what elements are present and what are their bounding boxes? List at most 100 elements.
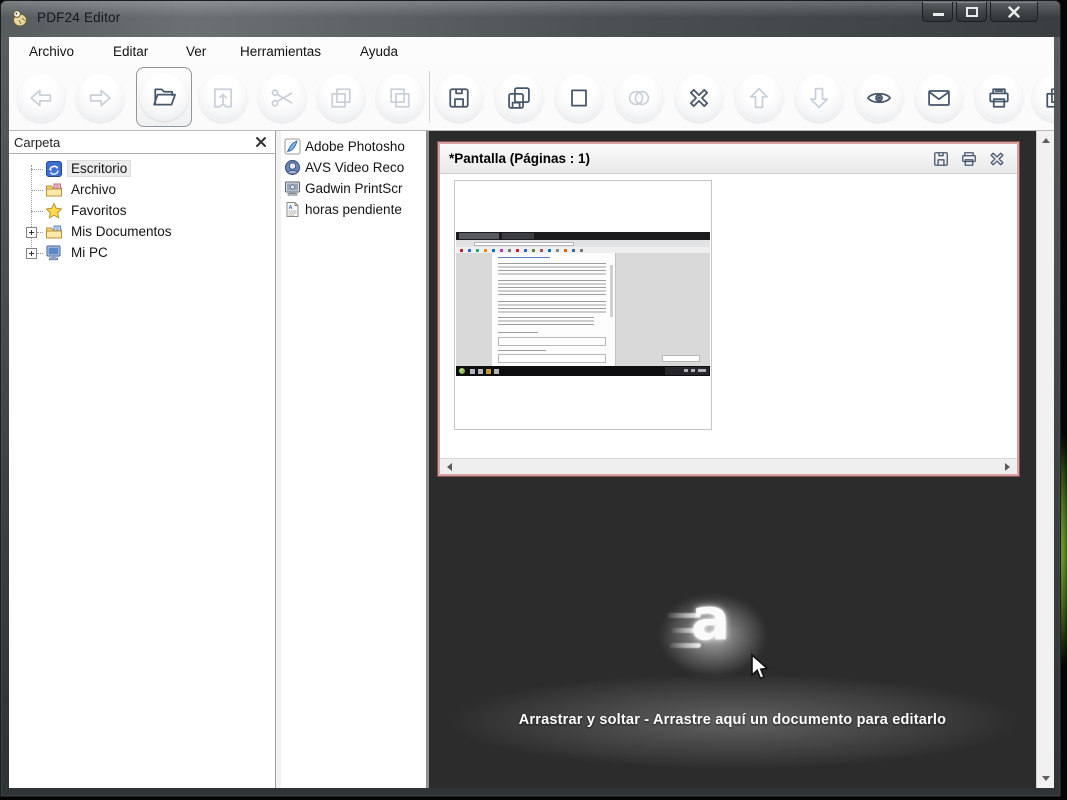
import-page-button[interactable] — [199, 74, 247, 122]
open-folder-icon — [150, 83, 178, 111]
video-recorder-icon — [284, 159, 301, 176]
tree-item-favoritos[interactable]: Favoritos — [9, 201, 275, 222]
minimize-button[interactable] — [922, 2, 953, 22]
expand-plus-icon[interactable] — [26, 248, 37, 259]
blank-page-button[interactable] — [555, 74, 603, 122]
mini-browser-navbar — [456, 240, 710, 247]
save-all-button[interactable] — [495, 74, 543, 122]
close-button[interactable] — [990, 2, 1038, 22]
file-item-avs-video[interactable]: AVS Video Reco — [281, 157, 426, 178]
mini-browser-page — [456, 253, 710, 366]
scroll-down-icon[interactable] — [1042, 776, 1050, 781]
scroll-right-icon[interactable] — [1005, 463, 1010, 471]
forward-button[interactable] — [76, 74, 124, 122]
menu-herramientas[interactable]: Herramientas — [236, 42, 325, 61]
window-title: PDF24 Editor — [37, 10, 120, 25]
expand-plus-icon[interactable] — [26, 227, 37, 238]
file-item-adobe-photoshop[interactable]: Adobe Photosho — [281, 136, 426, 157]
preview-horizontal-scrollbar[interactable] — [440, 458, 1017, 474]
tree-item-escritorio[interactable]: Escritorio — [9, 159, 275, 180]
forward-arrow-icon — [86, 84, 114, 112]
desktop: PDF24 Editor Archivo Editar Ver Herramie… — [0, 0, 1067, 800]
print-button[interactable] — [975, 74, 1023, 122]
tree-guide-stub — [37, 253, 43, 254]
tree-item-label: Escritorio — [68, 161, 130, 176]
documents-folder-icon — [45, 223, 63, 241]
screenshot-content — [456, 232, 710, 376]
merge-button[interactable] — [615, 74, 663, 122]
vertical-scrollbar[interactable] — [1036, 131, 1054, 788]
file-item-horas-pendientes[interactable]: A horas pendiente — [281, 199, 426, 220]
move-down-button[interactable] — [795, 74, 843, 122]
drop-hint-text: Arrastrar y soltar - Arrastre aquí un do… — [429, 712, 1036, 728]
page-thumbnail[interactable] — [454, 180, 712, 430]
menu-ayuda[interactable]: Ayuda — [356, 42, 402, 61]
screen-capture-icon — [284, 180, 301, 197]
pdf24-app-icon — [10, 8, 30, 28]
file-item-label: AVS Video Reco — [305, 160, 404, 175]
folders-panel-title: Carpeta — [14, 135, 60, 150]
delete-x-icon — [685, 84, 713, 112]
file-item-label: Adobe Photosho — [305, 139, 405, 154]
blank-page-icon — [565, 84, 593, 112]
mini-browser-titlebar — [456, 232, 710, 240]
tree-item-mi-pc[interactable]: Mi PC — [9, 243, 275, 264]
open-button-selection-frame — [136, 67, 192, 127]
open-document-button[interactable] — [140, 73, 188, 121]
maximize-button[interactable] — [956, 2, 987, 22]
mini-taskbar — [456, 366, 710, 376]
delete-button[interactable] — [675, 74, 723, 122]
tree-item-mis-documentos[interactable]: Mis Documentos — [9, 222, 275, 243]
maximize-icon — [966, 7, 978, 17]
preview-eye-icon — [865, 84, 893, 112]
move-up-icon — [745, 84, 773, 112]
document-drop-zone[interactable]: *Pantalla (Páginas : 1) — [429, 131, 1036, 788]
save-all-icon — [505, 84, 533, 112]
preview-close-button[interactable] — [987, 149, 1007, 169]
toolbar — [9, 63, 1054, 130]
titlebar[interactable]: PDF24 Editor — [1, 1, 1060, 37]
menu-editar[interactable]: Editar — [109, 42, 152, 61]
copy-button[interactable] — [317, 74, 365, 122]
tree-item-label: Archivo — [68, 182, 119, 197]
move-up-button[interactable] — [735, 74, 783, 122]
print-icon — [959, 149, 979, 169]
folders-panel-header: Carpeta — [9, 131, 275, 154]
paste-button[interactable] — [376, 74, 424, 122]
close-icon — [987, 149, 1007, 169]
copy-pages-icon — [327, 84, 355, 112]
back-arrow-icon — [27, 84, 55, 112]
back-button[interactable] — [17, 74, 65, 122]
files-panel: Adobe Photosho AVS Video Reco — [281, 131, 426, 788]
minimize-icon — [933, 13, 944, 16]
photoshop-shortcut-icon — [284, 138, 301, 155]
tree-item-archivo[interactable]: Archivo — [9, 180, 275, 201]
save-icon — [931, 149, 951, 169]
desktop-icon — [45, 160, 63, 178]
preview-canvas[interactable] — [440, 174, 1017, 458]
menubar: Archivo Editar Ver Herramientas Ayuda — [9, 37, 1054, 63]
merge-circles-icon — [625, 84, 653, 112]
print-icon — [985, 84, 1013, 112]
import-page-icon — [209, 84, 237, 112]
preview-title: *Pantalla (Páginas : 1) — [449, 151, 590, 166]
cut-button[interactable] — [258, 74, 306, 122]
document-preview-window[interactable]: *Pantalla (Páginas : 1) — [438, 142, 1019, 476]
preview-button[interactable] — [855, 74, 903, 122]
menu-archivo[interactable]: Archivo — [25, 42, 78, 61]
file-item-gadwin-printscreen[interactable]: Gadwin PrintScr — [281, 178, 426, 199]
scroll-up-icon[interactable] — [1042, 138, 1050, 143]
extra-button[interactable] — [1032, 74, 1054, 122]
app-window: PDF24 Editor Archivo Editar Ver Herramie… — [0, 0, 1061, 797]
preview-print-button[interactable] — [959, 149, 979, 169]
client-area: Archivo Editar Ver Herramientas Ayuda — [9, 37, 1054, 788]
email-button[interactable] — [915, 74, 963, 122]
menu-ver[interactable]: Ver — [182, 42, 210, 61]
scroll-left-icon[interactable] — [447, 463, 452, 471]
preview-save-button[interactable] — [931, 149, 951, 169]
save-button[interactable] — [435, 74, 483, 122]
copy-pages-icon — [1042, 84, 1054, 112]
preview-titlebar[interactable]: *Pantalla (Páginas : 1) — [440, 144, 1017, 174]
folders-panel-close-button[interactable] — [253, 134, 269, 150]
text-document-icon: A — [284, 201, 301, 218]
